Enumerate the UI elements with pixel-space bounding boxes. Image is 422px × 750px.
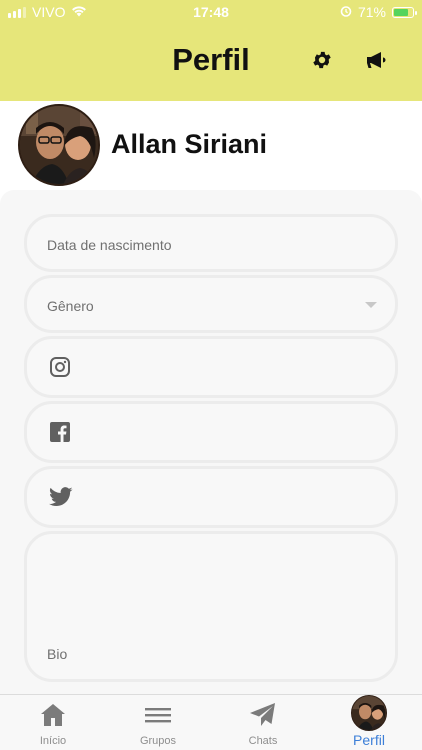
settings-gear-icon[interactable]: [309, 47, 335, 73]
avatar[interactable]: [18, 104, 100, 186]
tab-bar: Início Grupos Chats Perfil: [0, 694, 422, 750]
tab-inicio-label: Início: [39, 735, 67, 747]
tab-chats[interactable]: Chats: [213, 695, 313, 750]
tab-chats-label: Chats: [248, 735, 278, 747]
facebook-icon: [49, 421, 71, 443]
gender-placeholder: Gênero: [47, 298, 94, 314]
birth-date-field[interactable]: Data de nascimento: [24, 214, 398, 272]
status-bar: VIVO 17:48 71%: [0, 0, 422, 24]
tab-grupos-label: Grupos: [139, 735, 177, 747]
tab-perfil-label: Perfil: [353, 732, 385, 748]
bio-textarea[interactable]: Bio: [24, 531, 398, 682]
instagram-icon: [49, 356, 71, 378]
tab-inicio[interactable]: Início: [3, 695, 103, 750]
profile-name: Allan Siriani: [111, 129, 268, 159]
facebook-field[interactable]: [24, 401, 398, 463]
header-bar: VIVO 17:48 71% Perfil: [0, 0, 422, 101]
battery-icon: [392, 6, 417, 18]
page-title: Perfil: [172, 42, 250, 77]
avatar: [351, 695, 387, 731]
twitter-field[interactable]: [24, 466, 398, 528]
chevron-down-icon: [365, 302, 377, 308]
tab-grupos[interactable]: Grupos: [108, 695, 208, 750]
tab-perfil[interactable]: Perfil: [319, 695, 419, 750]
home-icon: [38, 701, 68, 729]
alarm-icon: [340, 4, 352, 20]
gender-select[interactable]: Gênero: [24, 275, 398, 333]
megaphone-icon[interactable]: [363, 47, 389, 73]
birth-date-placeholder: Data de nascimento: [47, 237, 172, 253]
bio-placeholder: Bio: [47, 646, 68, 662]
menu-lines-icon: [143, 701, 173, 729]
battery-percent: 71%: [357, 4, 386, 20]
paper-plane-icon: [248, 701, 278, 729]
instagram-field[interactable]: [24, 336, 398, 398]
twitter-icon: [49, 486, 73, 508]
